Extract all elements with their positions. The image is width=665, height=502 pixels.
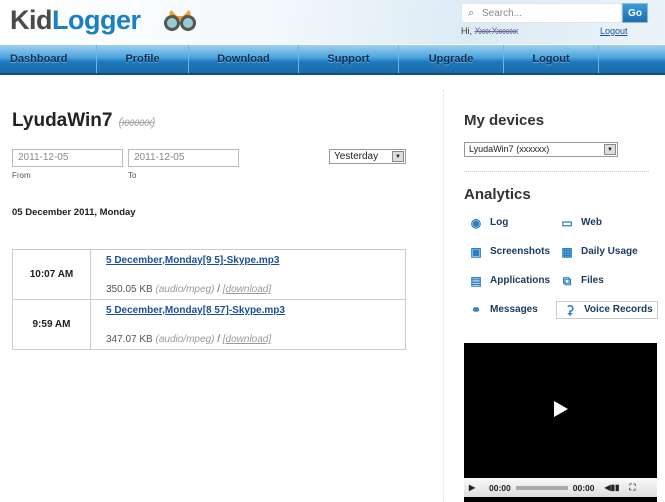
user-name: Xxxx Xxxxxxx [474,26,519,36]
records-table: 10:07 AM 5 December,Monday[9 5]-Skype.mp… [12,249,406,350]
chevron-down-icon: ▼ [604,144,616,155]
go-button[interactable]: Go [622,3,648,23]
binoculars-icon [164,10,196,31]
from-label: From [12,171,31,180]
table-row: 10:07 AM 5 December,Monday[9 5]-Skype.mp… [12,249,406,300]
page-title: LyudaWin7 (xxxxxx) [12,110,155,131]
from-date-input[interactable]: 2011-12-05 [12,149,123,167]
microphone-icon: ⚳ [565,303,575,317]
monitor-icon: ▭ [561,216,573,230]
current-time: 00:00 [489,482,511,493]
analytics-files[interactable]: ⧉ Files [558,272,604,290]
chevron-down-icon: ▼ [392,151,404,162]
analytics-messages[interactable]: ⚭ Messages [467,301,538,319]
progress-bar[interactable] [515,485,568,490]
kidlogger-logo[interactable]: KidLogger [10,5,141,36]
camera-icon: ▣ [470,245,482,259]
window-icon: ▤ [470,274,482,288]
nav-support[interactable]: Support [299,45,399,73]
search-input[interactable]: ⌕ Search... [461,3,622,23]
files-icon: ⧉ [562,274,572,288]
audio-player: ▶ 00:00 00:00 ◀▮▮ ⛶ [464,343,657,502]
to-label: To [128,171,137,180]
analytics-screenshots[interactable]: ▣ Screenshots [467,243,550,261]
column-divider [443,90,444,502]
logout-link[interactable]: Logout [600,26,628,36]
search-icon: ⌕ [468,7,475,19]
nav-download[interactable]: Download [189,45,299,73]
eye-icon: ◉ [470,216,482,230]
analytics-daily-usage[interactable]: ▦ Daily Usage [558,243,637,261]
play-button[interactable]: ▶ [469,483,479,492]
table-row: 9:59 AM 5 December,Monday[8 57]-Skype.mp… [12,299,406,350]
date-range-select[interactable]: Yesterday ▼ [329,149,406,164]
analytics-applications[interactable]: ▤ Applications [467,272,550,290]
my-devices-heading: My devices [464,112,545,129]
chart-icon: ▦ [561,245,573,259]
to-date-input[interactable]: 2011-12-05 [128,149,239,167]
day-heading: 05 December 2011, Monday [12,207,136,218]
duration: 00:00 [572,482,595,493]
record-time: 10:07 AM [12,249,91,300]
fullscreen-icon[interactable]: ⛶ [629,482,635,493]
record-file-link[interactable]: 5 December,Monday[8 57]-Skype.mp3 [106,305,405,316]
main-nav: Dashboard Profile Download Support Upgra… [0,45,665,75]
analytics-log[interactable]: ◉ Log [467,214,509,232]
divider [464,171,649,172]
nav-profile[interactable]: Profile [97,45,189,73]
greeting: Hi, Xxxx Xxxxxxx [461,26,519,36]
download-link[interactable]: [download] [223,334,271,345]
nav-dashboard[interactable]: Dashboard [0,45,97,73]
chat-icon: ⚭ [470,303,482,317]
play-icon[interactable] [554,401,568,417]
header: KidLogger ⌕ Search... Go Hi, Xxxx Xxxxxxx… [0,0,665,44]
device-select[interactable]: LyudaWin7 (xxxxxx) ▼ [464,142,618,157]
analytics-voice-records[interactable]: ⚳ Voice Records [556,301,658,319]
record-time: 9:59 AM [12,299,91,350]
analytics-heading: Analytics [464,186,531,203]
analytics-web[interactable]: ▭ Web [558,214,602,232]
download-link[interactable]: [download] [223,284,271,295]
nav-upgrade[interactable]: Upgrade [399,45,504,73]
player-controls: ▶ 00:00 00:00 ◀▮▮ ⛶ [464,478,657,497]
volume-icon[interactable]: ◀▮▮ [605,483,620,492]
record-file-link[interactable]: 5 December,Monday[9 5]-Skype.mp3 [106,255,405,266]
nav-logout[interactable]: Logout [504,45,599,73]
device-code: (xxxxxx) [118,115,155,129]
